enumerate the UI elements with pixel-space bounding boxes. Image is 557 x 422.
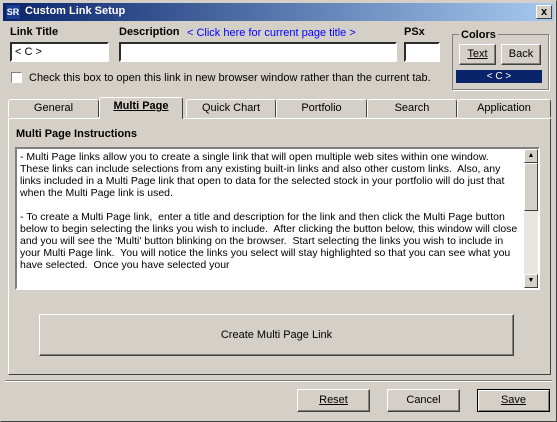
text-color-button-label: Text — [467, 48, 488, 60]
psx-label: PSx — [404, 26, 425, 38]
create-multi-page-link-label: Create Multi Page Link — [220, 329, 333, 341]
tab-portfolio[interactable]: Portfolio — [276, 99, 367, 117]
title-bar[interactable]: SR Custom Link Setup x — [3, 3, 554, 21]
tab-portfolio-label: Portfolio — [301, 102, 342, 114]
multi-page-heading: Multi Page Instructions — [16, 128, 138, 140]
link-title-label: Link Title — [10, 26, 59, 38]
close-icon[interactable]: x — [536, 5, 552, 19]
save-button-label: Save — [500, 394, 527, 406]
scroll-down-icon[interactable]: ▼ — [524, 274, 538, 288]
text-color-button[interactable]: Text — [459, 44, 496, 65]
save-button[interactable]: Save — [477, 389, 550, 412]
tab-general[interactable]: General — [8, 99, 99, 117]
window-title: Custom Link Setup — [25, 5, 126, 17]
app-icon: SR — [6, 5, 20, 19]
cancel-button[interactable]: Cancel — [387, 389, 460, 412]
instructions-textarea[interactable]: - Multi Page links allow you to create a… — [15, 147, 540, 290]
scroll-up-icon[interactable]: ▲ — [524, 149, 538, 163]
footer-separator — [5, 380, 552, 382]
reset-button-label: Reset — [319, 394, 348, 406]
tab-general-label: General — [33, 102, 74, 114]
cancel-button-label: Cancel — [406, 394, 441, 406]
tab-multi-page-label: Multi Page — [113, 100, 169, 112]
reset-button[interactable]: Reset — [297, 389, 370, 412]
new-window-checkbox[interactable] — [11, 72, 22, 83]
create-multi-page-link-button[interactable]: Create Multi Page Link — [39, 314, 514, 356]
color-preview-swatch: < C > — [456, 70, 542, 83]
colors-label: Colors — [459, 29, 498, 41]
back-color-button-label: Back — [508, 48, 534, 60]
tab-multi-page[interactable]: Multi Page — [99, 97, 183, 119]
tab-quick-chart[interactable]: Quick Chart — [186, 99, 276, 117]
tab-search-label: Search — [394, 102, 430, 114]
psx-input[interactable] — [404, 42, 440, 62]
link-title-input[interactable]: < C > — [10, 42, 109, 62]
instructions-scrollbar[interactable]: ▲ ▼ — [524, 149, 538, 288]
tab-application[interactable]: Application — [457, 99, 551, 117]
instructions-text: - Multi Page links allow you to create a… — [20, 151, 518, 271]
description-input[interactable] — [119, 42, 397, 62]
tab-application-label: Application — [477, 102, 531, 114]
scroll-thumb[interactable] — [524, 163, 538, 211]
tab-quick-chart-label: Quick Chart — [201, 102, 261, 114]
custom-link-setup-window: SR Custom Link Setup x Link Title < C > … — [0, 0, 557, 422]
current-page-title-link[interactable]: < Click here for current page title > — [187, 27, 356, 39]
description-label: Description — [119, 26, 180, 38]
new-window-checkbox-label: Check this box to open this link in new … — [29, 72, 431, 84]
tab-search[interactable]: Search — [367, 99, 457, 117]
back-color-button[interactable]: Back — [501, 44, 541, 65]
tab-strip: General Multi Page Quick Chart Portfolio… — [8, 97, 551, 119]
